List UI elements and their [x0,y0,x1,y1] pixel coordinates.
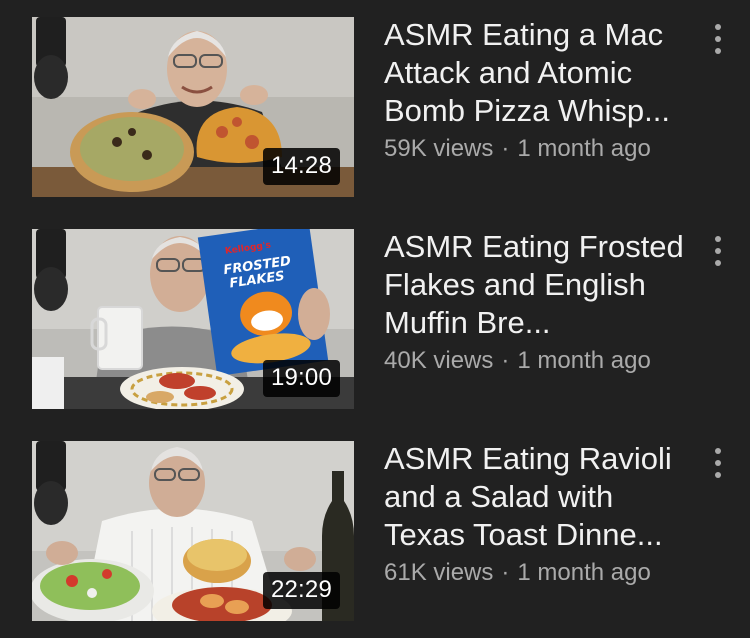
video-thumbnail[interactable]: Kellogg's FROSTED FLAKES 19:00 [32,229,354,409]
video-title[interactable]: ASMR Eating a Mac Attack and Atomic Bomb… [384,16,684,130]
video-duration-badge: 19:00 [262,360,340,397]
more-vert-icon[interactable] [704,443,732,483]
upload-age: 1 month ago [517,347,651,374]
more-vert-icon[interactable] [704,19,732,59]
video-list: 14:28 ASMR Eating a Mac Attack and Atomi… [0,0,750,638]
upload-age: 1 month ago [517,559,651,586]
view-count: 40K views [384,347,494,374]
view-count: 59K views [384,135,494,162]
video-meta: 59K views · 1 month ago [384,134,651,164]
video-title[interactable]: ASMR Eating Ravioli and a Salad with Tex… [384,440,684,554]
video-duration-badge: 22:29 [262,572,340,609]
video-thumbnail[interactable]: 22:29 [32,441,354,621]
meta-separator-dot: · [501,347,510,374]
video-item[interactable]: 14:28 ASMR Eating a Mac Attack and Atomi… [0,17,750,207]
video-duration-badge: 14:28 [262,148,340,185]
video-meta: 61K views · 1 month ago [384,558,651,588]
upload-age: 1 month ago [517,135,651,162]
video-meta: 40K views · 1 month ago [384,346,651,376]
video-item[interactable]: 22:29 ASMR Eating Ravioli and a Salad wi… [0,441,750,631]
video-item[interactable]: Kellogg's FROSTED FLAKES 19:00 ASMR Eati… [0,229,750,419]
meta-separator-dot: · [501,135,510,162]
more-vert-icon[interactable] [704,231,732,271]
meta-separator-dot: · [501,559,510,586]
view-count: 61K views [384,559,494,586]
video-thumbnail[interactable]: 14:28 [32,17,354,197]
video-title[interactable]: ASMR Eating Frosted Flakes and English M… [384,228,684,342]
